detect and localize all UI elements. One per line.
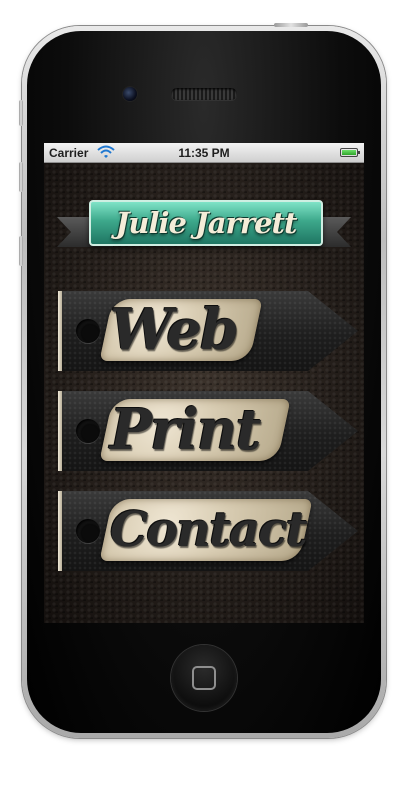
home-square-icon <box>192 666 216 690</box>
status-bar: Carrier 11:35 PM <box>44 143 364 163</box>
menu-item-contact[interactable]: Contact <box>58 491 358 571</box>
menu-item-web[interactable]: Web <box>58 291 358 371</box>
tag-edge <box>58 491 62 571</box>
volume-up-button <box>19 162 23 192</box>
home-button[interactable] <box>171 645 237 711</box>
battery-icon <box>340 148 360 157</box>
menu-label-print: Print <box>110 397 261 463</box>
status-time: 11:35 PM <box>178 146 230 160</box>
leather-background: Julie Jarrett Web Print Contact <box>44 163 364 623</box>
tag-hole-icon <box>76 519 100 543</box>
mute-switch <box>19 100 23 126</box>
tag-hole-icon <box>76 319 100 343</box>
menu-label-contact: Contact <box>110 502 308 558</box>
tag-edge <box>58 291 62 371</box>
earpiece-speaker <box>171 88 237 100</box>
sleep-button <box>274 23 308 27</box>
volume-down-button <box>19 236 23 266</box>
menu-label-web: Web <box>110 297 239 363</box>
tag-edge <box>58 391 62 471</box>
front-camera <box>123 87 137 101</box>
menu-item-print[interactable]: Print <box>58 391 358 471</box>
title-banner: Julie Jarrett <box>89 200 323 246</box>
app-screen: Carrier 11:35 PM Julie Jarrett Web Print… <box>44 143 364 623</box>
tag-hole-icon <box>76 419 100 443</box>
app-title: Julie Jarrett <box>115 206 298 240</box>
